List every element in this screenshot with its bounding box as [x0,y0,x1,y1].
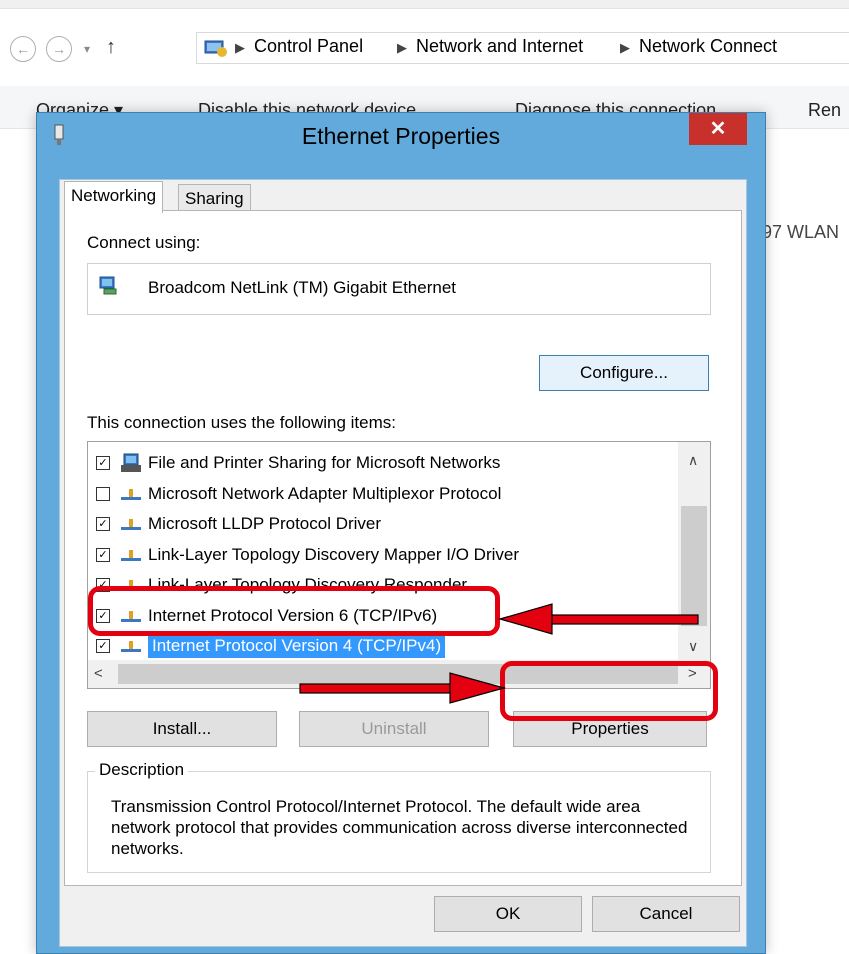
arrow-to-properties-icon [299,672,507,704]
arrow-to-ipv4-icon [497,603,699,635]
annotation-arrows [299,603,699,704]
tab-networking[interactable]: Networking [64,181,164,213]
